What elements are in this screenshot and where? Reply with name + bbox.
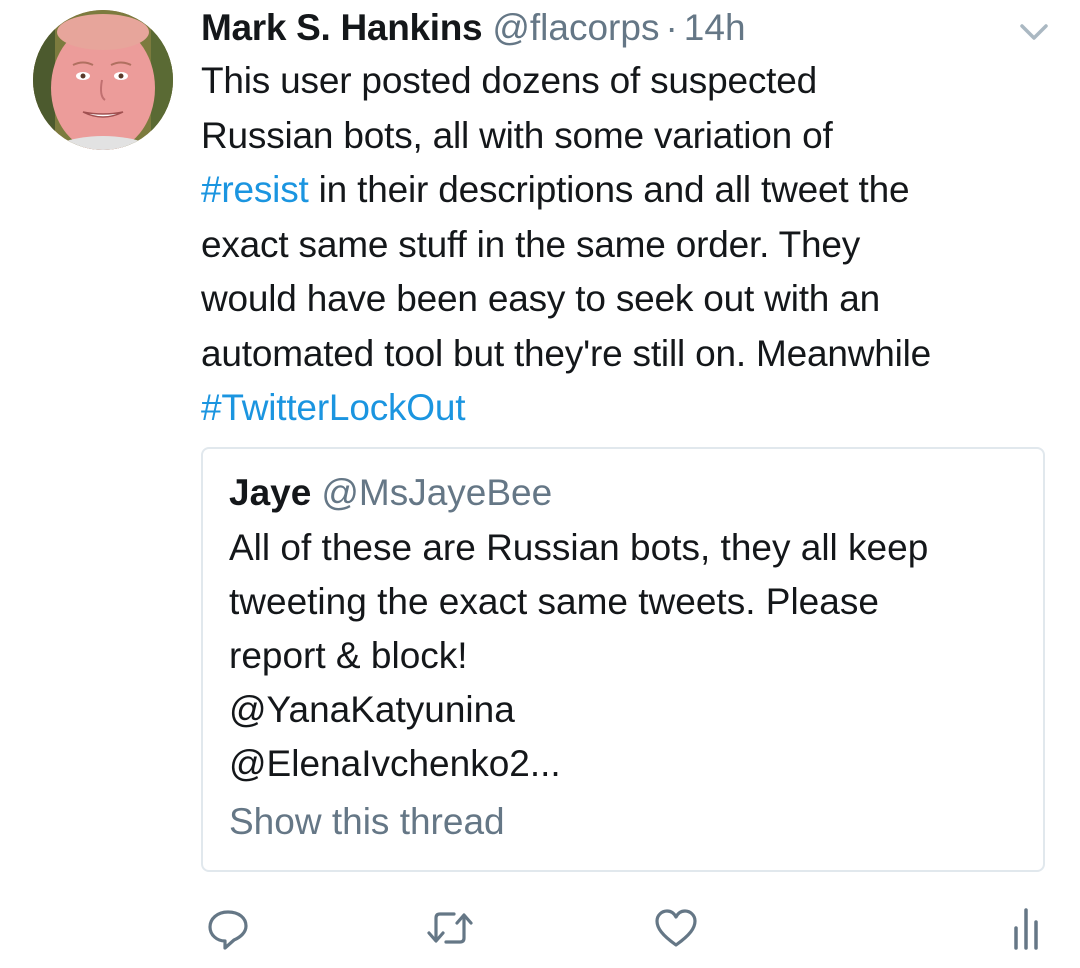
heart-icon — [652, 904, 700, 952]
tweet-text-fragment: in their descriptions and all tweet the — [308, 169, 910, 210]
tweet-text-line: This user posted dozens of suspected — [201, 60, 818, 101]
hashtag-link[interactable]: #TwitterLockOut — [201, 387, 466, 428]
chevron-down-icon[interactable] — [1016, 18, 1052, 46]
retweet-icon — [424, 904, 476, 952]
quoted-text-line: @ElenaIvchenko2... — [229, 743, 561, 784]
quoted-text-line: All of these are Russian bots, they all … — [229, 527, 929, 568]
separator-dot: · — [665, 7, 678, 48]
quoted-user-handle: @MsJayeBee — [321, 472, 553, 513]
hashtag-link[interactable]: #resist — [201, 169, 309, 210]
analytics-button[interactable] — [998, 900, 1054, 956]
tweet-text-line: #TwitterLockOut — [201, 381, 1061, 436]
tweet-text: This user posted dozens of suspected Rus… — [201, 54, 1061, 436]
tweet-header: Mark S. Hankins @flacorps · 14h — [201, 4, 746, 52]
quoted-tweet-text: All of these are Russian bots, they all … — [229, 521, 1029, 791]
quoted-text-line: @YanaKatyunina — [229, 689, 515, 730]
quoted-tweet-header: Jaye @MsJayeBee — [229, 469, 552, 517]
tweet-text-line: would have been easy to seek out with an — [201, 278, 881, 319]
avatar[interactable] — [33, 10, 173, 150]
tweet-text-line: Russian bots, all with some variation of — [201, 114, 833, 156]
quoted-display-name: Jaye — [229, 472, 312, 513]
timestamp[interactable]: 14h — [684, 7, 746, 48]
user-handle[interactable]: @flacorps — [492, 7, 659, 48]
tweet-text-line: exact same stuff in the same order. They — [201, 223, 861, 265]
like-button[interactable] — [648, 900, 704, 956]
tweet-text-line: automated tool but they're still on. Mea… — [201, 332, 932, 374]
reply-icon — [204, 904, 252, 952]
quoted-text-line: report & block! — [229, 635, 468, 676]
tweet-actions — [0, 900, 1080, 960]
analytics-icon — [1006, 904, 1046, 952]
tweet[interactable]: Mark S. Hankins @flacorps · 14h This user p… — [0, 0, 1080, 968]
quoted-text-line: tweeting the exact same tweets. Please — [229, 581, 879, 622]
display-name[interactable]: Mark S. Hankins — [201, 7, 483, 48]
retweet-button[interactable] — [422, 900, 478, 956]
show-thread-link[interactable]: Show this thread — [229, 798, 505, 846]
reply-button[interactable] — [200, 900, 256, 956]
quoted-tweet[interactable]: Jaye @MsJayeBee All of these are Russian … — [201, 447, 1045, 872]
tweet-text-line: #resist in their descriptions and all tw… — [201, 163, 1061, 218]
